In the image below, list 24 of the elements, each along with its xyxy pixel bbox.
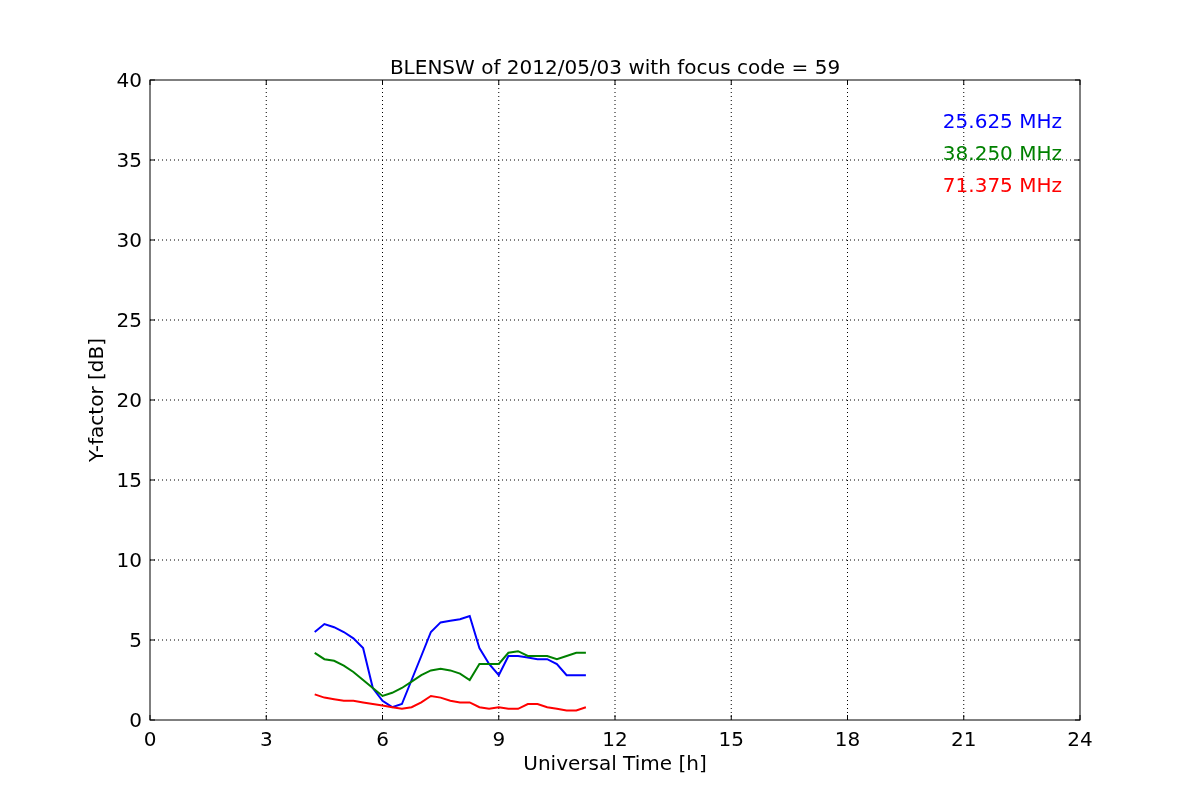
y-axis-tick-label: 40 [116, 68, 142, 92]
x-axis-label: Universal Time [h] [523, 751, 707, 775]
y-axis-tick-label: 15 [116, 468, 142, 492]
x-axis-tick-label: 0 [143, 727, 157, 751]
y-axis-tick-label: 35 [116, 148, 142, 172]
y-axis-tick-label: 25 [116, 308, 142, 332]
y-axis-label: Y-factor [dB] [84, 338, 108, 462]
x-axis-tick-label: 6 [376, 727, 389, 751]
x-axis-tick-label: 18 [834, 727, 861, 751]
x-axis-tick-label: 9 [492, 727, 506, 751]
legend-label: 71.375 MHz [942, 173, 1062, 197]
y-axis-tick-label: 5 [129, 628, 142, 652]
legend-label: 25.625 MHz [942, 109, 1062, 133]
y-axis-tick-label: 10 [116, 548, 142, 572]
x-axis-tick-label: 24 [1067, 727, 1093, 751]
y-axis-tick-label: 30 [116, 228, 142, 252]
x-axis-tick-label: 12 [602, 727, 628, 751]
chart-title: BLENSW of 2012/05/03 with focus code = 59 [389, 55, 841, 79]
x-axis-tick-label: 15 [718, 727, 744, 751]
y-axis-tick-label: 0 [129, 708, 142, 732]
legend-label: 38.250 MHz [942, 141, 1062, 165]
x-axis-tick-label: 21 [951, 727, 977, 751]
y-axis-tick-label: 20 [116, 388, 142, 412]
x-axis-tick-label: 3 [259, 727, 273, 751]
